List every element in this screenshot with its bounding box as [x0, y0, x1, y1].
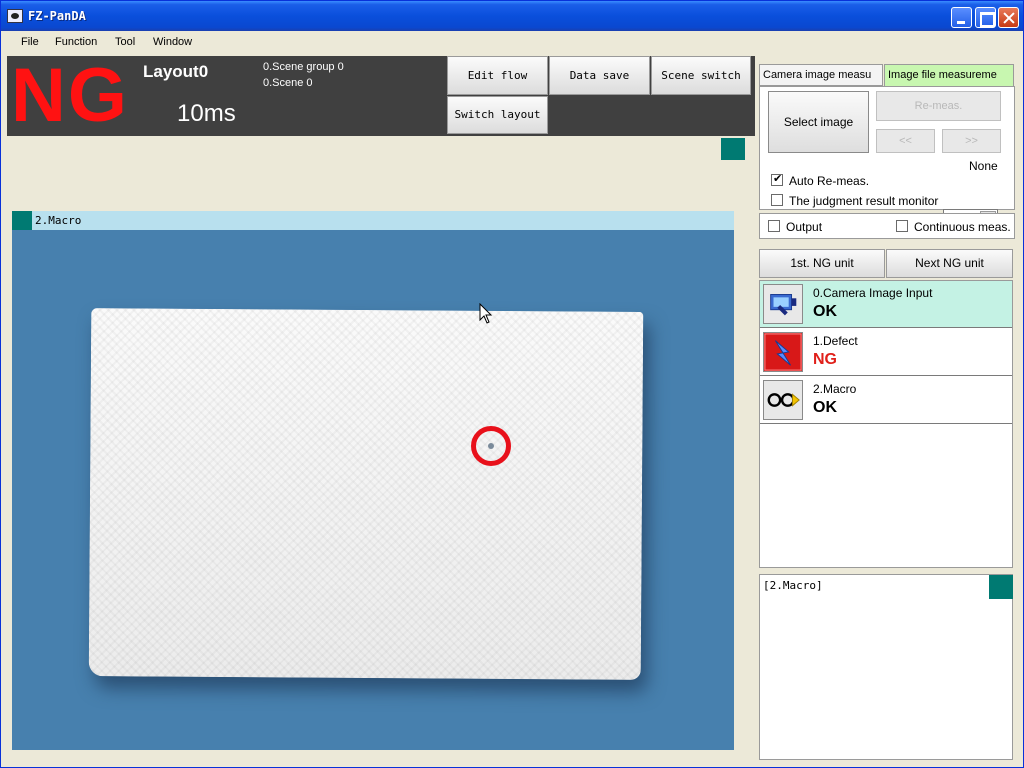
judgement-result: NG [11, 53, 129, 138]
scene-group-label: 0.Scene group 0 [263, 61, 344, 73]
image-file-measure-panel: Select image Re-meas. << >> None Auto Re… [759, 86, 1015, 210]
mouse-cursor-icon [479, 303, 493, 324]
image-window-marker [12, 211, 32, 230]
flow-list: 0.Camera Image Input OK 1.Defect NG 2.Ma… [759, 280, 1013, 568]
edit-flow-button[interactable]: Edit flow [447, 56, 548, 95]
camera-icon [763, 284, 803, 324]
prev-image-button[interactable]: << [876, 129, 935, 153]
image-window-title: 2.Macro [35, 214, 82, 227]
main-area: NG Layout0 10ms 0.Scene group 0 0.Scene … [5, 53, 1019, 762]
flow-item-name: 2.Macro [813, 382, 857, 396]
maximize-button[interactable] [975, 7, 996, 28]
inspected-cloth [88, 308, 644, 680]
flow-item-defect[interactable]: 1.Defect NG [760, 329, 1012, 376]
tab-camera-image-measure[interactable]: Camera image measu [759, 64, 883, 86]
menu-bar: File Function Tool Window [2, 31, 1022, 53]
flow-item-macro[interactable]: 2.Macro OK [760, 377, 1012, 424]
switch-layout-button[interactable]: Switch layout [447, 96, 548, 134]
image-file-name: None [969, 159, 998, 173]
scene-label: 0.Scene 0 [263, 77, 313, 89]
continuous-meas-label: Continuous meas. [914, 220, 1011, 234]
measurement-image[interactable] [12, 230, 734, 750]
processing-time: 10ms [177, 100, 236, 127]
flow-item-result: OK [813, 303, 837, 320]
menu-function[interactable]: Function [55, 36, 97, 48]
output-options: Output Continuous meas. [759, 213, 1015, 239]
scene-switch-button[interactable]: Scene switch [651, 56, 751, 95]
title-bar[interactable]: FZ-PanDA [1, 1, 1023, 31]
tab-image-file-measure[interactable]: Image file measureme [884, 64, 1014, 86]
re-meas-button[interactable]: Re-meas. [876, 91, 1001, 121]
layout-name: Layout0 [143, 62, 209, 81]
flow-item-result: OK [813, 399, 837, 416]
output-label: Output [786, 220, 823, 234]
flow-item-camera-image-input[interactable]: 0.Camera Image Input OK [760, 281, 1012, 328]
flow-item-result: NG [813, 351, 837, 368]
detail-title: [2.Macro] [763, 579, 823, 592]
next-ng-unit-button[interactable]: Next NG unit [886, 249, 1013, 278]
detail-panel-marker[interactable] [989, 575, 1013, 599]
image-region: 2.Macro [7, 136, 755, 760]
app-window: FZ-PanDA File Function Tool Window NG La… [0, 0, 1024, 768]
close-button[interactable] [998, 7, 1019, 28]
next-image-button[interactable]: >> [942, 129, 1001, 153]
flow-item-name: 0.Camera Image Input [813, 286, 933, 300]
menu-window[interactable]: Window [153, 36, 192, 48]
defect-icon [763, 332, 803, 372]
output-checkbox[interactable] [768, 220, 780, 232]
data-save-button[interactable]: Data save [549, 56, 650, 95]
judgment-monitor-checkbox[interactable] [771, 194, 783, 206]
flow-item-name: 1.Defect [813, 334, 858, 348]
defect-spot [488, 443, 494, 449]
right-panel: Camera image measu Image file measureme … [757, 56, 1019, 762]
image-region-marker[interactable] [721, 138, 745, 160]
menu-tool[interactable]: Tool [115, 36, 135, 48]
menu-file[interactable]: File [21, 36, 39, 48]
app-icon [7, 9, 23, 23]
auto-remeas-label: Auto Re-meas. [789, 174, 870, 188]
select-image-button[interactable]: Select image [768, 91, 869, 153]
window-title: FZ-PanDA [28, 9, 86, 23]
image-window-header[interactable]: 2.Macro [12, 211, 734, 230]
auto-remeas-checkbox[interactable] [771, 172, 783, 186]
continuous-meas-checkbox[interactable] [896, 220, 908, 232]
judgment-monitor-label: The judgment result monitor [789, 194, 939, 208]
minimize-button[interactable] [951, 7, 972, 28]
detail-panel: [2.Macro] [759, 574, 1013, 760]
macro-glasses-icon [763, 380, 803, 420]
first-ng-unit-button[interactable]: 1st. NG unit [759, 249, 885, 278]
